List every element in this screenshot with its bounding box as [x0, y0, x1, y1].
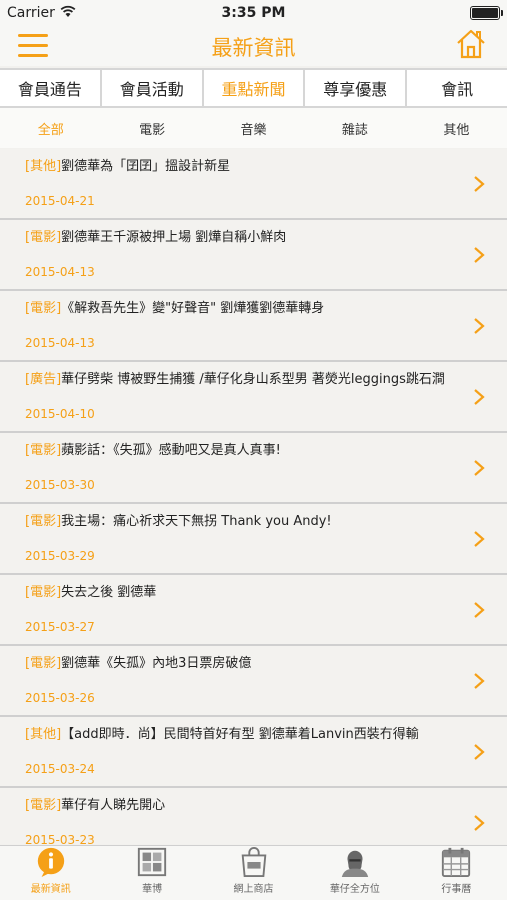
shopping-bag-icon	[241, 847, 266, 878]
news-list-item[interactable]: [廣告]華仔劈柴 博被野生捕獲 /華仔化身山系型男 著熒光leggings跳石澗…	[0, 362, 507, 433]
news-headline: [電影]華仔有人睇先開心	[25, 797, 455, 814]
news-title: 【add即時．尚】民間特首好有型 劉德華着Lanvin西裝冇得輸	[61, 727, 419, 742]
news-headline: [其他]劉德華為「囝囝」搵設計新星	[25, 158, 455, 175]
tabbar-museum[interactable]: 華博	[101, 846, 202, 900]
chevron-right-icon	[474, 389, 485, 405]
news-date: 2015-03-29	[25, 549, 95, 563]
tabbar-calendar[interactable]: 行事曆	[406, 846, 507, 900]
news-date: 2015-04-10	[25, 407, 95, 421]
news-title: 失去之後 劉德華	[61, 585, 157, 600]
news-date: 2015-03-27	[25, 620, 95, 634]
news-date: 2015-03-23	[25, 833, 95, 844]
stamp-icon	[137, 847, 167, 877]
news-tag: [其他]	[25, 727, 62, 742]
news-title: 《解救吾先生》變"好聲音" 劉燁獲劉德華轉身	[61, 301, 325, 316]
news-date: 2015-03-30	[25, 478, 95, 492]
news-list-item[interactable]: [電影]華仔有人睇先開心 2015-03-23	[0, 788, 507, 844]
page-title: 最新資訊	[211, 36, 296, 60]
chevron-right-icon	[474, 531, 485, 547]
news-date: 2015-03-24	[25, 762, 95, 776]
category-tabs: 會員通告 會員活動 重點新聞 尊享優惠 會訊	[0, 68, 507, 108]
news-headline: [電影]劉德華王千源被押上場 劉燁自稱小鮮肉	[25, 229, 455, 246]
tabbar-all-about[interactable]: 華仔全方位	[304, 846, 405, 900]
info-icon	[37, 847, 64, 878]
news-title: 華仔有人睇先開心	[61, 798, 166, 813]
chevron-right-icon	[474, 460, 485, 476]
news-list-item[interactable]: [電影]我主場：痛心祈求天下無拐 Thank you Andy! 2015-03…	[0, 504, 507, 575]
chevron-right-icon	[474, 247, 485, 263]
filter-other[interactable]: 其他	[406, 108, 507, 148]
chevron-right-icon	[474, 815, 485, 831]
news-title: 蘋影話：《失孤》感動吧又是真人真事!	[61, 443, 281, 458]
news-headline: [電影]《解救吾先生》變"好聲音" 劉燁獲劉德華轉身	[25, 300, 455, 317]
chevron-right-icon	[474, 673, 485, 689]
tabbar-label: 最新資訊	[30, 884, 71, 895]
tab-exclusive-offers[interactable]: 尊享優惠	[305, 70, 408, 106]
news-headline: [電影]蘋影話：《失孤》感動吧又是真人真事!	[25, 442, 455, 459]
news-list-item[interactable]: [電影]劉德華《失孤》內地3日票房破億 2015-03-26	[0, 646, 507, 717]
news-title: 劉德華王千源被押上場 劉燁自稱小鮮肉	[61, 230, 287, 245]
news-list-item[interactable]: [電影]劉德華王千源被押上場 劉燁自稱小鮮肉 2015-04-13	[0, 220, 507, 291]
tab-member-notice[interactable]: 會員通告	[0, 70, 102, 106]
home-icon[interactable]	[455, 28, 487, 60]
filter-music[interactable]: 音樂	[203, 108, 304, 148]
battery-icon	[470, 6, 503, 20]
filter-movies[interactable]: 電影	[101, 108, 202, 148]
filter-tabs: 全部 電影 音樂 雜誌 其他	[0, 108, 507, 148]
news-date: 2015-04-13	[25, 336, 95, 350]
news-date: 2015-03-26	[25, 691, 95, 705]
tabbar-label: 華博	[142, 884, 163, 895]
news-list-item[interactable]: [電影]蘋影話：《失孤》感動吧又是真人真事! 2015-03-30	[0, 433, 507, 504]
tabbar-online-shop[interactable]: 網上商店	[203, 846, 304, 900]
tab-member-events[interactable]: 會員活動	[102, 70, 204, 106]
news-headline: [廣告]華仔劈柴 博被野生捕獲 /華仔化身山系型男 著熒光leggings跳石澗	[25, 371, 455, 388]
calendar-icon	[442, 847, 471, 878]
news-tag: [電影]	[25, 301, 62, 316]
news-headline: [其他]【add即時．尚】民間特首好有型 劉德華着Lanvin西裝冇得輸	[25, 726, 455, 743]
news-list: [其他]劉德華為「囝囝」搵設計新星 2015-04-21 [電影]劉德華王千源被…	[0, 149, 507, 844]
news-tag: [電影]	[25, 585, 62, 600]
portrait-icon	[341, 850, 369, 878]
filter-all[interactable]: 全部	[0, 108, 101, 148]
nav-bar: 最新資訊	[0, 26, 507, 66]
chevron-right-icon	[474, 602, 485, 618]
news-tag: [電影]	[25, 443, 62, 458]
news-tag: [電影]	[25, 656, 62, 671]
tab-key-news[interactable]: 重點新聞	[204, 70, 306, 106]
news-headline: [電影]我主場：痛心祈求天下無拐 Thank you Andy!	[25, 513, 455, 530]
clock: 3:35 PM	[221, 5, 286, 21]
status-bar: Carrier 3:35 PM	[0, 0, 507, 26]
news-tag: [其他]	[25, 159, 62, 174]
chevron-right-icon	[474, 176, 485, 192]
bottom-tab-bar: 最新資訊 華博 網上商店 華仔全方位 行事曆	[0, 845, 507, 900]
tabbar-label: 華仔全方位	[329, 884, 380, 895]
tabbar-latest-news[interactable]: 最新資訊	[0, 846, 101, 900]
news-headline: [電影]失去之後 劉德華	[25, 584, 455, 601]
news-headline: [電影]劉德華《失孤》內地3日票房破億	[25, 655, 455, 672]
news-date: 2015-04-13	[25, 265, 95, 279]
news-tag: [廣告]	[25, 372, 62, 387]
news-list-item[interactable]: [其他]劉德華為「囝囝」搵設計新星 2015-04-21	[0, 149, 507, 220]
news-title: 我主場：痛心祈求天下無拐 Thank you Andy!	[61, 514, 332, 529]
news-title: 華仔劈柴 博被野生捕獲 /華仔化身山系型男 著熒光leggings跳石澗	[61, 372, 445, 387]
chevron-right-icon	[474, 318, 485, 334]
news-list-item[interactable]: [其他]【add即時．尚】民間特首好有型 劉德華着Lanvin西裝冇得輸 201…	[0, 717, 507, 788]
chevron-right-icon	[474, 744, 485, 760]
news-title: 劉德華為「囝囝」搵設計新星	[61, 159, 231, 174]
news-tag: [電影]	[25, 230, 62, 245]
news-date: 2015-04-21	[25, 194, 95, 208]
news-list-item[interactable]: [電影]失去之後 劉德華 2015-03-27	[0, 575, 507, 646]
news-title: 劉德華《失孤》內地3日票房破億	[61, 656, 252, 671]
tab-newsletter[interactable]: 會訊	[407, 70, 507, 106]
news-tag: [電影]	[25, 798, 62, 813]
news-list-item[interactable]: [電影]《解救吾先生》變"好聲音" 劉燁獲劉德華轉身 2015-04-13	[0, 291, 507, 362]
filter-magazine[interactable]: 雜誌	[304, 108, 405, 148]
tabbar-label: 行事曆	[441, 884, 472, 895]
tabbar-label: 網上商店	[233, 884, 274, 895]
news-tag: [電影]	[25, 514, 62, 529]
